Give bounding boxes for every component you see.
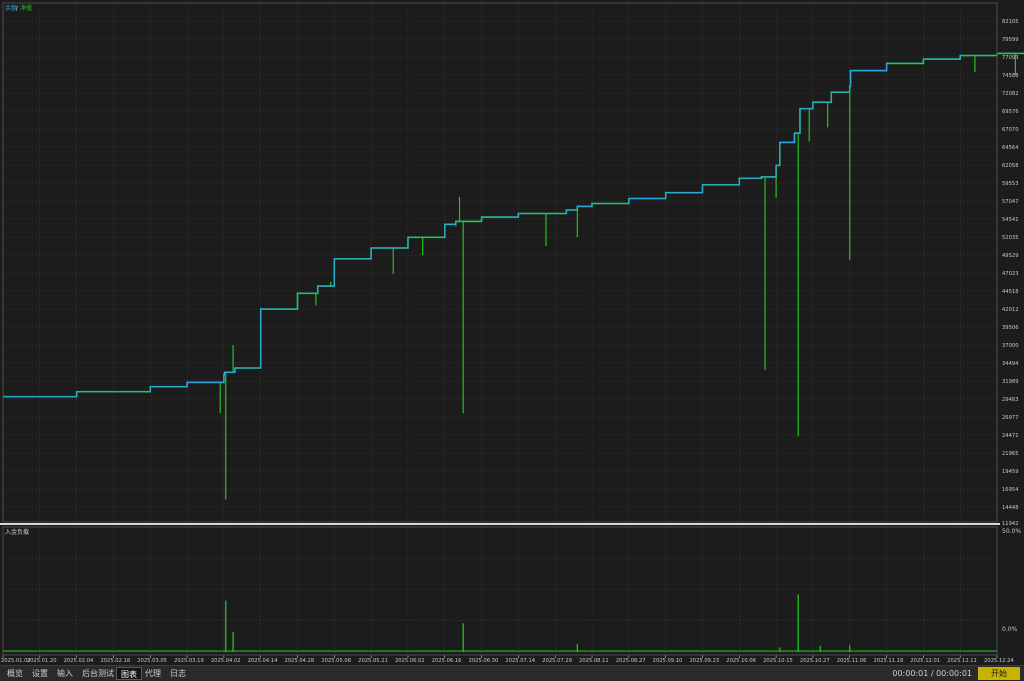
- y-tick-label: 24471: [1002, 433, 1019, 439]
- y-tick-label: 47023: [1002, 271, 1019, 277]
- x-tick-label: 2025.11.18: [874, 658, 904, 664]
- x-tick-label: 2025.11.06: [837, 658, 867, 664]
- y-tick-label: 67070: [1002, 127, 1019, 133]
- y-tick-label: 72082: [1002, 91, 1019, 97]
- y-tick-label: 64564: [1002, 145, 1019, 151]
- y-tick-label: 37000: [1002, 343, 1019, 349]
- x-tick-label: 2025.02.04: [64, 658, 94, 664]
- x-tick-label: 2025.08.27: [616, 658, 646, 664]
- x-tick-label: 2025.10.27: [800, 658, 830, 664]
- main-chart-grid: [2, 3, 998, 522]
- tab-backtest[interactable]: 后台测试: [78, 667, 118, 680]
- equity-line: [3, 52, 1024, 398]
- x-tick-label: 2025.04.28: [285, 658, 315, 664]
- deposit-load-series: [3, 594, 997, 652]
- x-tick-label: 2025.10.06: [726, 658, 756, 664]
- y-tick-label: 42012: [1002, 307, 1019, 313]
- x-tick-label: 2025.09.23: [689, 658, 719, 664]
- tab-journal[interactable]: 日志: [166, 667, 190, 680]
- y-tick-label: 79599: [1002, 37, 1019, 43]
- tab-agents[interactable]: 代理: [141, 667, 165, 680]
- y-tick-label: 57047: [1002, 199, 1019, 205]
- load-chart-frame: [2, 526, 998, 656]
- start-button[interactable]: 开始: [978, 667, 1020, 680]
- x-tick-label: 2025.06.30: [469, 658, 499, 664]
- x-tick-label: 2025.07.14: [505, 658, 535, 664]
- x-tick-label: 2025.06.02: [395, 658, 425, 664]
- y-tick-label: 77093: [1002, 55, 1019, 61]
- tab-settings[interactable]: 设置: [28, 667, 52, 680]
- x-tick-label: 2025.12.24: [984, 658, 1014, 664]
- y-tick-label: 69576: [1002, 109, 1019, 115]
- x-tick-label: 2025.05.21: [358, 658, 388, 664]
- x-tick-label: 2025.03.19: [174, 658, 204, 664]
- backtest-graph: 82105 79599 77093 74588 72082 69576 67070 64564…: [0, 2, 1024, 664]
- legend-separator: /: [16, 5, 19, 12]
- y-tick-label: 34494: [1002, 361, 1019, 367]
- y-tick-label: 29483: [1002, 397, 1019, 403]
- legend-equity: 净值: [20, 4, 32, 12]
- x-tick-label: 2025.03.05: [137, 658, 167, 664]
- y-tick-label: 39506: [1002, 325, 1019, 331]
- elapsed-timer: 00:00:01 / 00:00:01: [892, 669, 972, 678]
- x-tick-label: 2025.06.16: [432, 658, 462, 664]
- x-tick-label: 2025.05.08: [321, 658, 351, 664]
- tab-inputs[interactable]: 输入: [53, 667, 77, 680]
- tab-overview[interactable]: 概览: [3, 667, 27, 680]
- y-tick-label: 62058: [1002, 163, 1019, 169]
- y-tick-label: 44518: [1002, 289, 1019, 295]
- x-axis: 2025.01.022025.01.20 2025.02.04 2025.02.18…: [1, 655, 1014, 664]
- y-tick-label: 21965: [1002, 451, 1019, 457]
- y-tick-label: 52035: [1002, 235, 1019, 241]
- x-tick-label: 2025.09.10: [653, 658, 683, 664]
- x-tick-label: 2025.01.20: [27, 658, 57, 664]
- balance-line: [3, 52, 1024, 398]
- tab-graph[interactable]: 图表: [116, 667, 142, 680]
- x-tick-label: 2025.12.01: [910, 658, 940, 664]
- y-tick-label: 59553: [1002, 181, 1019, 187]
- y-tick-label: 16954: [1002, 487, 1019, 493]
- x-tick-label: 2025.02.18: [100, 658, 130, 664]
- y-tick-label: 11942: [1002, 521, 1019, 527]
- x-tick-label: 2025.04.14: [248, 658, 278, 664]
- x-tick-label: 2025.08.11: [579, 658, 609, 664]
- y-tick-label: 19459: [1002, 469, 1019, 475]
- y-tick-label: 31989: [1002, 379, 1019, 385]
- y-tick-label: 14448: [1002, 505, 1019, 511]
- y-tick-label: 74588: [1002, 73, 1019, 79]
- y-tick-label: 49529: [1002, 253, 1019, 259]
- x-tick-label: 2025.12.11: [947, 658, 977, 664]
- y-tick-label: 26977: [1002, 415, 1019, 421]
- load-axis-top: 50.0%: [1002, 528, 1021, 535]
- load-axis-bottom: 0.0%: [1002, 626, 1018, 633]
- y-axis: 82105 79599 77093 74588 72082 69576 67070 64564…: [1002, 19, 1019, 527]
- load-chart-title: 入金负载: [5, 528, 29, 536]
- x-tick-label: 2025.10.15: [763, 658, 793, 664]
- load-chart-grid: [2, 526, 998, 655]
- y-tick-label: 54541: [1002, 217, 1019, 223]
- x-tick-label: 2025.07.29: [542, 658, 572, 664]
- main-chart-frame: [2, 2, 998, 523]
- tester-tab-bar: 概览 设置 输入 后台测试 图表 代理 日志 00:00:01 / 00:00:…: [0, 665, 1024, 681]
- balance-series: [3, 52, 1024, 398]
- x-tick-label: 2025.04.02: [211, 658, 241, 664]
- y-tick-label: 82105: [1002, 19, 1019, 25]
